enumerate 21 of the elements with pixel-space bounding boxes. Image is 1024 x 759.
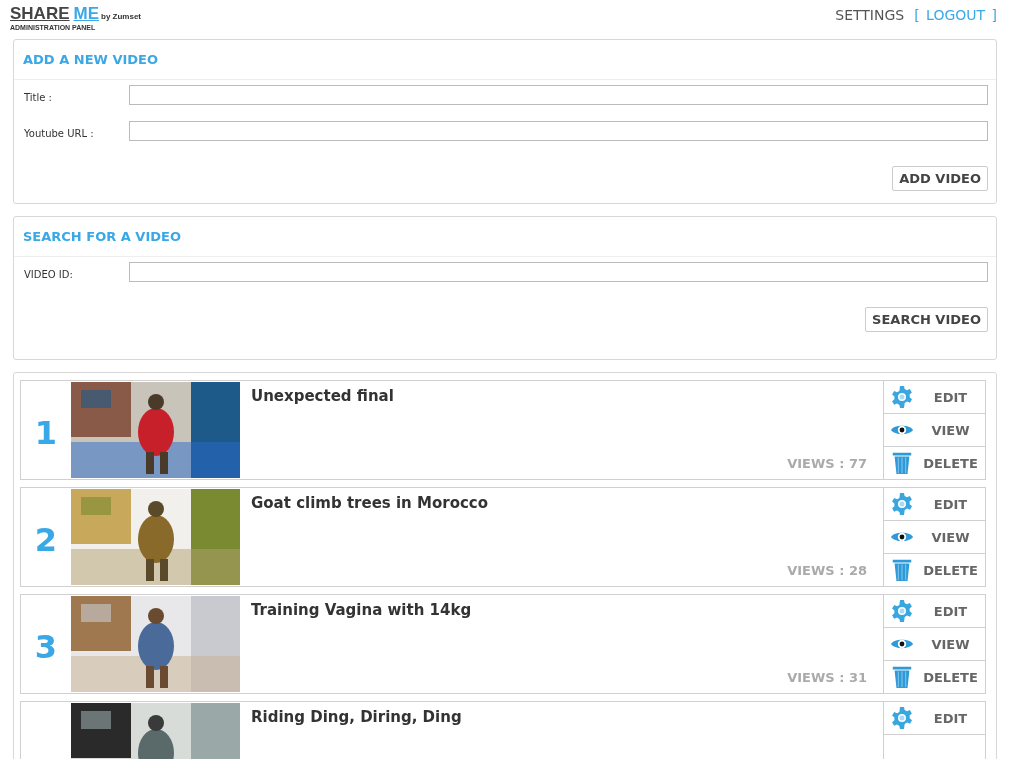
logo-text: ME <box>73 4 99 24</box>
settings-link[interactable]: SETTINGS <box>835 7 905 23</box>
panel-heading: ADD A NEW VIDEO <box>14 40 996 80</box>
panel-heading: SEARCH FOR A VIDEO <box>14 217 996 257</box>
video-number: 3 <box>33 627 59 668</box>
video-number: 2 <box>33 520 59 561</box>
video-title: Goat climb trees in Morocco <box>251 494 490 512</box>
view-count: VIEWS : 77 <box>787 456 867 471</box>
video-title: Training Vagina with 14kg <box>251 601 473 619</box>
logo-text: SHARE <box>10 4 70 24</box>
field-label: Youtube URL : <box>24 127 95 139</box>
view-count: VIEWS : 28 <box>787 563 867 578</box>
submit-button[interactable]: SEARCH VIDEO <box>865 307 988 332</box>
field-label: VIDEO ID: <box>24 268 74 280</box>
view-count: VIEWS : 31 <box>787 670 867 685</box>
video-title: Riding Ding, Diring, Ding <box>251 708 463 726</box>
logo-byline: by Zumset <box>101 12 142 21</box>
video-title: Unexpected final <box>251 387 395 405</box>
video-number: 1 <box>33 413 59 454</box>
submit-button[interactable]: ADD VIDEO <box>892 166 988 191</box>
field-label: Title : <box>24 91 53 103</box>
